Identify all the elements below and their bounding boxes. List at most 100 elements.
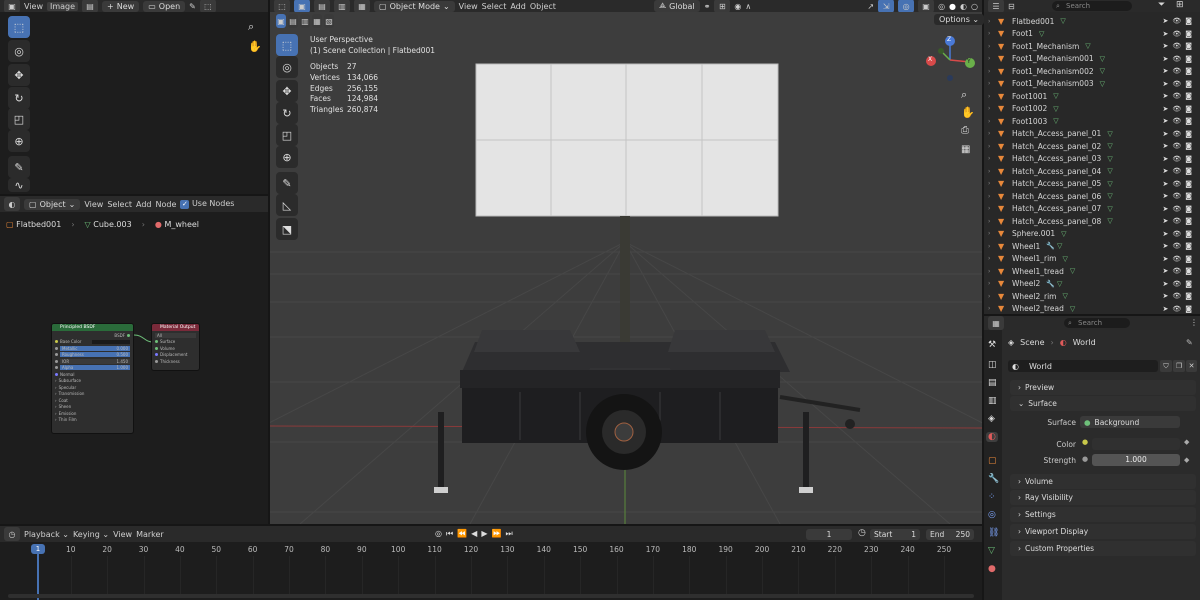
expand-chevron-icon[interactable]: › xyxy=(988,130,998,137)
tool-tab-icon[interactable]: ⚒ xyxy=(988,340,996,350)
scale-tool-icon[interactable]: ◰ xyxy=(8,108,30,130)
mesh-data-icon[interactable]: ▽ xyxy=(1062,255,1067,263)
pivot-icon[interactable]: ⚭ xyxy=(704,2,711,11)
display-mode-icon[interactable]: ⊟ xyxy=(1008,2,1015,11)
menu-view[interactable]: View xyxy=(24,2,43,11)
expand-chevron-icon[interactable]: › xyxy=(988,218,998,225)
selectable-arrow-icon[interactable]: ➤ xyxy=(1162,242,1168,250)
selectable-arrow-icon[interactable]: ➤ xyxy=(1162,130,1168,138)
material-tab-icon[interactable]: ● xyxy=(988,564,996,574)
selectable-arrow-icon[interactable]: ➤ xyxy=(1162,17,1168,25)
falloff-icon[interactable]: ∧ xyxy=(745,2,751,11)
play-icon[interactable]: ▶ xyxy=(481,529,487,539)
selectable-arrow-icon[interactable]: ➤ xyxy=(1162,230,1168,238)
end-frame-field[interactable]: End 250 xyxy=(926,529,974,540)
camera-render-icon[interactable]: ◙ xyxy=(1185,292,1192,300)
selectable-arrow-icon[interactable]: ➤ xyxy=(1162,192,1168,200)
surface-panel[interactable]: ⌄ Surface xyxy=(1010,396,1196,411)
socket-icon[interactable] xyxy=(155,340,158,343)
eye-icon[interactable]: 👁 xyxy=(1172,267,1181,275)
grid-view-icon[interactable]: ▦ xyxy=(961,144,970,155)
expand-chevron-icon[interactable]: › xyxy=(988,193,998,200)
keying-menu[interactable]: Keying ⌄ xyxy=(73,530,109,539)
eye-icon[interactable]: 👁 xyxy=(1172,155,1181,163)
shader-editor-icon[interactable]: ◐ xyxy=(4,197,20,211)
playhead-frame-badge[interactable]: 1 xyxy=(31,544,45,554)
camera-render-icon[interactable]: ◙ xyxy=(1185,180,1192,188)
strength-field[interactable]: 1.000 xyxy=(1092,454,1180,466)
outliner-item[interactable]: › ▼ Hatch_Access_panel_05 ▽ ➤ 👁 ◙ xyxy=(984,178,1196,191)
roughness-field[interactable]: Roughness 0.500 xyxy=(60,352,130,357)
strength-socket-icon[interactable]: ● xyxy=(1082,455,1088,463)
camera-render-icon[interactable]: ◙ xyxy=(1185,280,1192,288)
mesh-data-icon[interactable]: ▽ xyxy=(1107,155,1112,163)
expand-chevron-icon[interactable]: › xyxy=(988,93,998,100)
vp-menu-select[interactable]: Select xyxy=(482,2,507,11)
expand-chevron-icon[interactable]: › xyxy=(988,143,998,150)
timeline-editor-icon[interactable]: ◷ xyxy=(4,527,20,541)
expand-chevron-icon[interactable]: › xyxy=(988,55,998,62)
camera-render-icon[interactable]: ◙ xyxy=(1185,55,1192,63)
mesh-data-icon[interactable]: ▽ xyxy=(1053,105,1058,113)
outliner-item[interactable]: › ▼ Wheel1 🔧 ▽ ➤ 👁 ◙ xyxy=(984,240,1196,253)
new-image-button[interactable]: + New xyxy=(102,0,140,12)
move-tool-icon[interactable]: ✥ xyxy=(8,64,30,86)
eye-icon[interactable]: 👁 xyxy=(1172,142,1181,150)
material-shading-icon[interactable]: ◐ xyxy=(960,2,967,11)
vp-menu-view[interactable]: View xyxy=(459,2,478,11)
outliner-item[interactable]: › ▼ Foot1_Mechanism ▽ ➤ 👁 ◙ xyxy=(984,40,1196,53)
expand-chevron-icon[interactable]: › xyxy=(988,180,998,187)
socket-icon[interactable] xyxy=(55,366,58,369)
cursor-tool-icon[interactable]: ◎ xyxy=(8,40,30,62)
outliner-item[interactable]: › ▼ Wheel2_rim ▽ ➤ 👁 ◙ xyxy=(984,290,1196,303)
alpha-field[interactable]: Alpha 1.000 xyxy=(60,365,130,370)
camera-render-icon[interactable]: ◙ xyxy=(1185,142,1192,150)
viewport-display-panel[interactable]: › Viewport Display xyxy=(1010,524,1196,539)
mesh-data-icon[interactable]: ▽ xyxy=(1061,230,1066,238)
expand-chevron-icon[interactable]: › xyxy=(988,80,998,87)
outliner-item[interactable]: › ▼ Foot1003 ▽ ➤ 👁 ◙ xyxy=(984,115,1196,128)
physics-tab-icon[interactable]: ◎ xyxy=(988,510,996,520)
visibility-icon[interactable]: ↗ xyxy=(867,2,874,11)
eye-icon[interactable]: 👁 xyxy=(1172,80,1181,88)
volume-panel[interactable]: › Volume xyxy=(1010,474,1196,489)
material-output-node[interactable]: Material Output All Surface Volume Displ… xyxy=(151,323,200,371)
timeline-scrollbar[interactable] xyxy=(8,594,974,598)
breadcrumb-material[interactable]: ● M_wheel xyxy=(155,220,199,229)
selectable-arrow-icon[interactable]: ➤ xyxy=(1162,67,1168,75)
eye-icon[interactable]: 👁 xyxy=(1172,117,1181,125)
tool-settings-icon[interactable]: ▦ xyxy=(312,14,322,28)
expand-chevron-icon[interactable]: › xyxy=(988,118,998,125)
strength-keyframe-icon[interactable]: ◆ xyxy=(1184,456,1189,464)
outliner-item[interactable]: › ▼ Foot1002 ▽ ➤ 👁 ◙ xyxy=(984,103,1196,116)
duplicate-world-icon[interactable]: ❐ xyxy=(1173,360,1185,372)
mesh-data-icon[interactable]: ▽ xyxy=(1107,217,1112,225)
mesh-data-icon[interactable]: ▽ xyxy=(1100,80,1105,88)
eye-icon[interactable]: 👁 xyxy=(1172,180,1181,188)
eye-icon[interactable]: 👁 xyxy=(1172,92,1181,100)
camera-render-icon[interactable]: ◙ xyxy=(1185,255,1192,263)
expand-chevron-icon[interactable]: › xyxy=(988,18,998,25)
mesh-data-icon[interactable]: ▽ xyxy=(1107,130,1112,138)
mesh-data-icon[interactable]: ▽ xyxy=(1100,55,1105,63)
select-invert-icon[interactable]: ▦ xyxy=(354,0,370,12)
vp-measure-tool-icon[interactable]: ◺ xyxy=(276,194,298,216)
camera-render-icon[interactable]: ◙ xyxy=(1185,305,1192,313)
constraints-tab-icon[interactable]: ⛓ xyxy=(988,528,999,538)
mesh-data-icon[interactable]: ▽ xyxy=(1107,142,1112,150)
outliner-editor-icon[interactable]: ☰ xyxy=(988,0,1004,12)
camera-render-icon[interactable]: ◙ xyxy=(1185,117,1192,125)
fake-user-icon[interactable]: ⛉ xyxy=(1160,360,1172,372)
expand-chevron-icon[interactable]: › xyxy=(988,30,998,37)
outliner-item[interactable]: › ▼ Foot1001 ▽ ➤ 👁 ◙ xyxy=(984,90,1196,103)
selectable-arrow-icon[interactable]: ➤ xyxy=(1162,267,1168,275)
jump-end-icon[interactable]: ⏭ xyxy=(505,529,512,539)
expand-chevron-icon[interactable]: › xyxy=(988,243,998,250)
transform-orientation-dropdown[interactable]: ⟁ Global xyxy=(654,0,700,12)
settings-panel[interactable]: › Settings xyxy=(1010,507,1196,522)
open-image-button[interactable]: ▭ Open xyxy=(143,0,186,12)
expand-chevron-icon[interactable]: › xyxy=(988,205,998,212)
expand-chevron-icon[interactable]: › xyxy=(988,43,998,50)
vp-menu-object[interactable]: Object xyxy=(530,2,556,11)
mesh-data-icon[interactable]: ▽ xyxy=(1107,205,1112,213)
